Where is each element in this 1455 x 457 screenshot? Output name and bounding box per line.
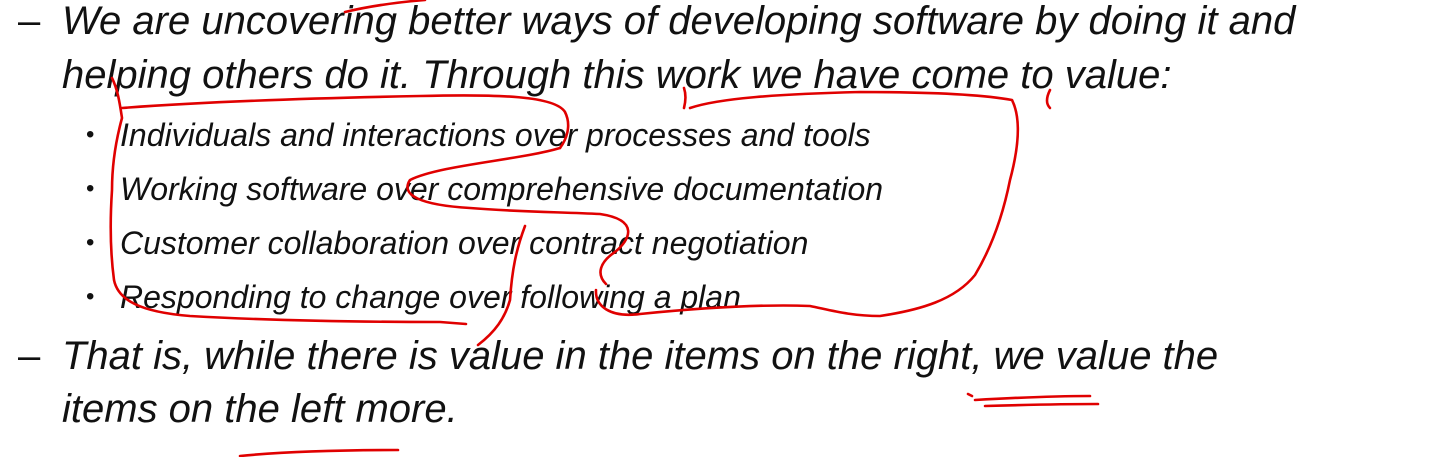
paragraph-1-line-2: helping others do it. Through this work …: [62, 53, 1172, 97]
value-item-individuals: Individuals and interactions over proces…: [120, 117, 871, 153]
annotation-stroke: [973, 394, 1092, 402]
paragraph-2-line-2: items on the left more.: [62, 387, 458, 431]
value-item-responding-to-change: Responding to change over following a pl…: [120, 279, 741, 315]
dash-marker: –: [18, 334, 41, 378]
annotation-stroke: [966, 392, 974, 398]
dash-marker: –: [18, 0, 41, 43]
annotation-stroke: [238, 448, 400, 457]
bullet-marker: •: [86, 283, 95, 310]
paragraph-2-line-1: That is, while there is value in the ite…: [62, 334, 1219, 378]
value-item-working-software: Working software over comprehensive docu…: [120, 171, 884, 207]
slide-content: – We are uncovering better ways of devel…: [0, 0, 1455, 457]
annotation-stroke: [983, 402, 1100, 408]
annotation-stroke: [406, 146, 630, 286]
bullet-marker: •: [86, 229, 95, 256]
bullet-marker: •: [86, 175, 95, 202]
value-item-customer-collaboration: Customer collaboration over contract neg…: [120, 225, 809, 261]
paragraph-1-line-1: We are uncovering better ways of develop…: [62, 0, 1296, 43]
bullet-marker: •: [86, 121, 95, 148]
